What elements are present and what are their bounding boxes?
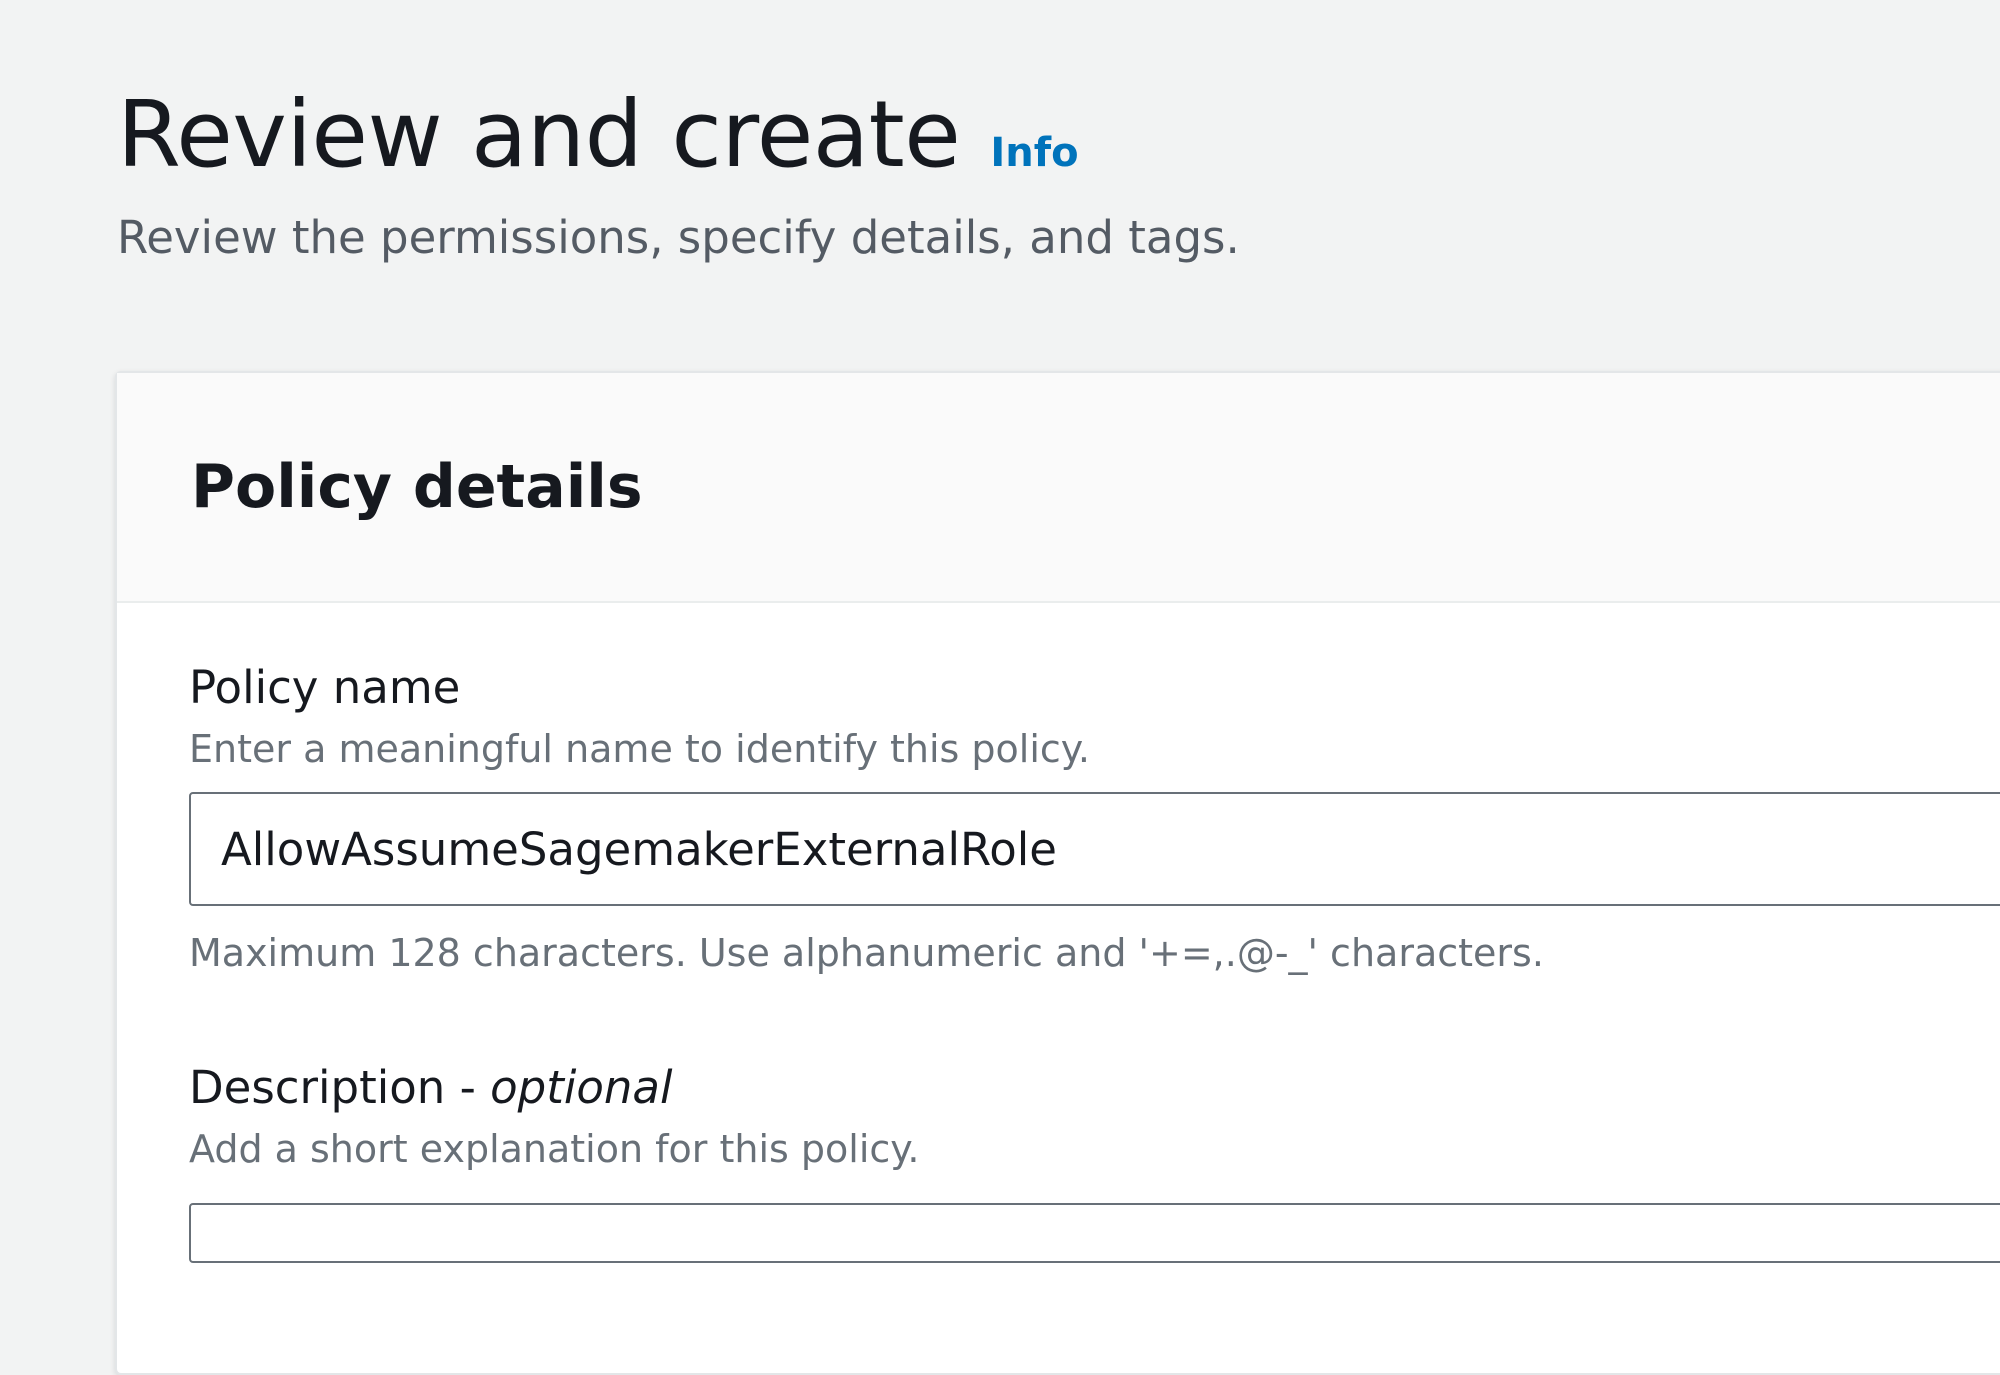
- policy-name-field: Policy name Enter a meaningful name to i…: [189, 660, 2000, 978]
- page-subtitle: Review the permissions, specify details,…: [117, 211, 1240, 264]
- card-header: Policy details: [117, 373, 2000, 603]
- page-header: Review and create Info Review the permis…: [117, 80, 1240, 266]
- policy-name-constraint: Maximum 128 characters. Use alphanumeric…: [189, 931, 1544, 975]
- page-title: Review and create: [117, 81, 961, 188]
- card-title: Policy details: [191, 452, 643, 522]
- description-input[interactable]: [189, 1203, 2000, 1263]
- title-row: Review and create Info: [117, 80, 1240, 190]
- description-label: Description - optional: [189, 1060, 919, 1116]
- description-field: Description - optional Add a short expla…: [189, 1060, 919, 1174]
- description-help-text: Add a short explanation for this policy.: [189, 1127, 920, 1171]
- policy-name-input[interactable]: AllowAssumeSagemakerExternalRole: [189, 792, 2000, 906]
- policy-name-label: Policy name: [189, 661, 461, 714]
- description-label-text: Description -: [189, 1061, 491, 1114]
- description-optional-text: optional: [490, 1061, 673, 1114]
- policy-name-description: Enter a meaningful name to identify this…: [189, 727, 1090, 771]
- info-link[interactable]: Info: [990, 130, 1078, 176]
